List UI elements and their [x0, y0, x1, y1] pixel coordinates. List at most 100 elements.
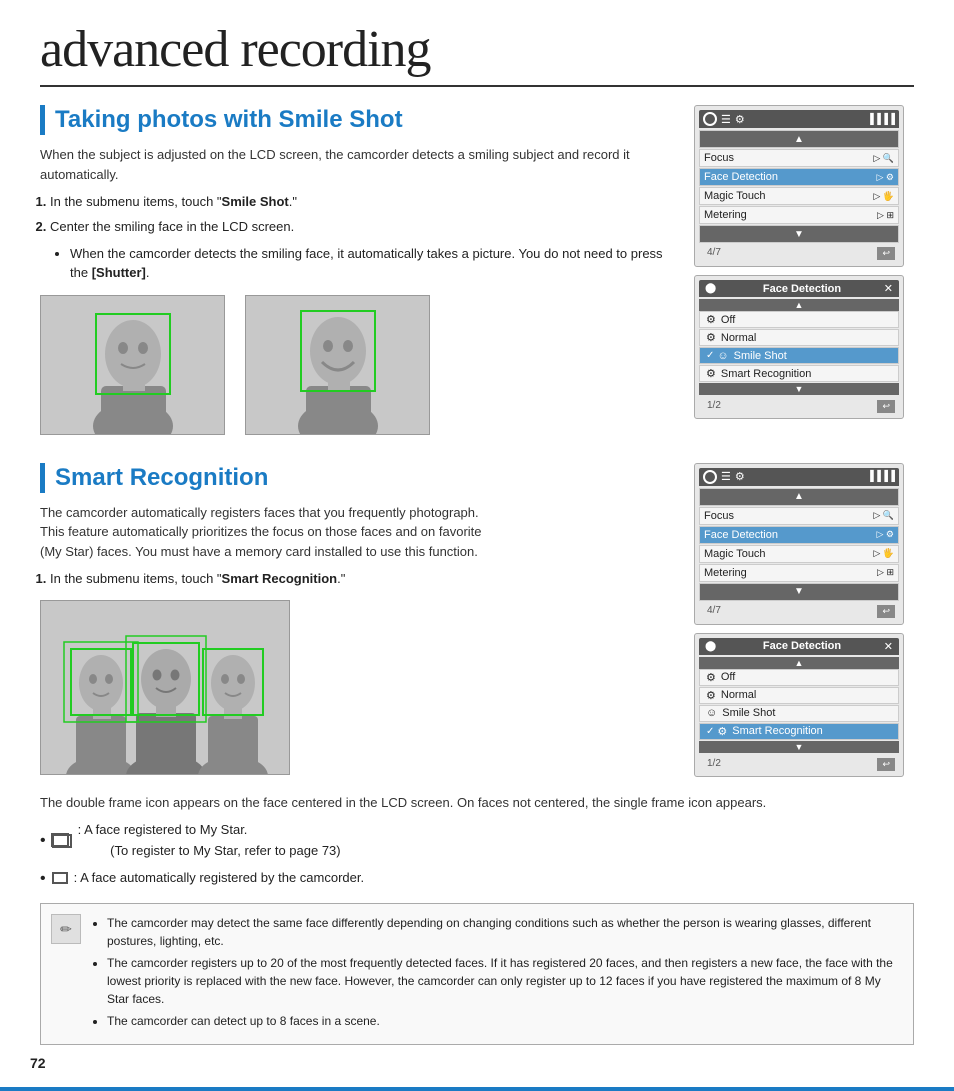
face-back1[interactable]: ↩ — [877, 400, 895, 413]
cam-back2[interactable]: ↩ — [877, 605, 895, 618]
nav-face-detection1[interactable]: Face Detection ▷ ⚙ — [699, 168, 899, 186]
face-row1-off[interactable]: ⚙ Off — [699, 311, 899, 328]
face-page1: 1/2 — [703, 399, 725, 412]
step-smart-bold: Smart Recognition — [222, 571, 338, 586]
icon-bullet-list: • : A face registered to My Star. (To re… — [40, 820, 914, 891]
note-icon: ✏ — [51, 914, 81, 944]
nav2-face-detection-right: ▷ ⚙ — [877, 529, 895, 540]
face-panel2-nav-down[interactable]: ▼ — [699, 741, 899, 753]
face-row2-normal[interactable]: ⚙ Normal — [699, 687, 899, 704]
person-svg2 — [246, 296, 430, 435]
section2: Smart Recognition The camcorder automati… — [40, 463, 914, 777]
face-panel1-title: Face Detection — [763, 283, 841, 295]
step2: Center the smiling face in the LCD scree… — [50, 217, 674, 238]
cam-back1[interactable]: ↩ — [877, 247, 895, 260]
face-icon-smile: ☺ — [717, 350, 728, 362]
section2-heading: Smart Recognition — [40, 463, 674, 493]
face-panel1-nav-down[interactable]: ▼ — [699, 383, 899, 395]
cam-nav-arrow-up[interactable]: ▲ — [699, 130, 899, 148]
smart-recognition-image — [40, 600, 290, 775]
nav2-metering[interactable]: Metering ▷ ⊞ — [699, 564, 899, 582]
face-panel1: ⬤ Face Detection ✕ ▲ ⚙ Off ⚙ Normal ✓ ☺ … — [694, 275, 904, 419]
face-panel2-nav-up[interactable]: ▲ — [699, 657, 899, 669]
nav2-magic-touch[interactable]: Magic Touch ▷ 🖐 — [699, 545, 899, 563]
section1-bullet: When the camcorder detects the smiling f… — [70, 244, 674, 283]
face-panel1-header: ⬤ Face Detection ✕ — [699, 280, 899, 297]
section1-left: Taking photos with Smile Shot When the s… — [40, 105, 674, 447]
face2-icon-smile: ☺ — [706, 707, 717, 719]
face2-icon-smart: ⚙ — [717, 725, 727, 738]
note-content: The camcorder may detect the same face d… — [91, 914, 903, 1034]
nav2-magic-touch-right: ▷ 🖐 — [873, 548, 894, 559]
face-row1-smile[interactable]: ✓ ☺ Smile Shot — [699, 347, 899, 364]
nav2-focus[interactable]: Focus ▷ 🔍 — [699, 507, 899, 525]
cam-nav2-arrow-down[interactable]: ▼ — [699, 583, 899, 601]
step1: In the submenu items, touch "Smile Shot.… — [50, 192, 674, 213]
cam2-icon-gear: ⚙ — [735, 470, 745, 483]
nav-focus[interactable]: Focus ▷ 🔍 — [699, 149, 899, 167]
cam-panel2-header: ☰ ⚙ ▐▐▐▐ — [699, 468, 899, 486]
step1-bold: Smile Shot — [222, 194, 289, 209]
face-panel1-nav-up[interactable]: ▲ — [699, 299, 899, 311]
face-row2-off[interactable]: ⚙ Off — [699, 669, 899, 686]
nav-face-detection1-right: ▷ ⚙ — [877, 172, 895, 183]
face2-icon-normal: ⚙ — [706, 689, 716, 702]
face-panel2: ⬤ Face Detection ✕ ▲ ⚙ Off ⚙ Normal ☺ Sm… — [694, 633, 904, 777]
face-back2[interactable]: ↩ — [877, 758, 895, 771]
face-panel1-close[interactable]: ✕ — [884, 282, 893, 295]
cam-panel2: ☰ ⚙ ▐▐▐▐ ▲ Focus ▷ 🔍 Face Detection ▷ ⚙ … — [694, 463, 904, 625]
nav-metering1-label: Metering — [704, 209, 877, 221]
face-icon-smart1: ⚙ — [706, 367, 716, 380]
section2-left: Smart Recognition The camcorder automati… — [40, 463, 674, 777]
page-title: advanced recording — [40, 20, 914, 87]
face-row2-smart[interactable]: ✓ ⚙ Smart Recognition — [699, 723, 899, 740]
face-panel2-title: Face Detection — [763, 640, 841, 652]
nav2-metering-label: Metering — [704, 567, 877, 579]
nav2-face-detection-label: Face Detection — [704, 529, 877, 541]
nav-magic-touch1-label: Magic Touch — [704, 190, 873, 202]
face-row1-smart[interactable]: ⚙ Smart Recognition — [699, 365, 899, 382]
double-frame-text: The double frame icon appears on the fac… — [40, 793, 914, 813]
double-frame-icon — [52, 834, 72, 848]
cam-icon-bat: ▐▐▐▐ — [867, 114, 895, 125]
smile-shot-image1 — [40, 295, 225, 435]
face-panel2-header: ⬤ Face Detection ✕ — [699, 638, 899, 655]
checkmark2: ✓ — [706, 726, 714, 737]
cam-nav2-arrow-up[interactable]: ▲ — [699, 488, 899, 506]
nav-metering1-right: ▷ ⊞ — [877, 210, 894, 221]
nav2-magic-touch-label: Magic Touch — [704, 548, 873, 560]
bottom-bar — [0, 1087, 954, 1091]
cam-icon-gear: ⚙ — [735, 113, 745, 126]
page-number: 72 — [30, 1055, 46, 1071]
nav-magic-touch1-right: ▷ 🖐 — [873, 191, 894, 202]
note-box: ✏ The camcorder may detect the same face… — [40, 903, 914, 1045]
cam-nav-arrow-down[interactable]: ▼ — [699, 225, 899, 243]
face-row2-smile[interactable]: ☺ Smile Shot — [699, 705, 899, 722]
note-item1: The camcorder may detect the same face d… — [107, 914, 903, 950]
images-row: ← A big smile helps the camera detect th… — [40, 295, 674, 435]
nav-focus-label: Focus — [704, 152, 873, 164]
cam-page2: 4/7 — [703, 604, 725, 617]
icon-list-item-double: • : A face registered to My Star. (To re… — [40, 820, 914, 862]
cam-nav2: ▲ Focus ▷ 🔍 Face Detection ▷ ⚙ Magic Tou… — [699, 488, 899, 601]
face-row1-normal[interactable]: ⚙ Normal — [699, 329, 899, 346]
face-icon-off: ⚙ — [706, 313, 716, 326]
note-item3: The camcorder can detect up to 8 faces i… — [107, 1012, 903, 1030]
nav-magic-touch1[interactable]: Magic Touch ▷ 🖐 — [699, 187, 899, 205]
face2-label-normal: Normal — [721, 689, 756, 701]
face2-label-off: Off — [721, 671, 735, 683]
nav2-focus-right: ▷ 🔍 — [873, 510, 894, 521]
section1-right: ☰ ⚙ ▐▐▐▐ ▲ Focus ▷ 🔍 Face Detection ▷ ⚙ … — [694, 105, 914, 447]
cam-nav1: ▲ Focus ▷ 🔍 Face Detection ▷ ⚙ Magic Tou… — [699, 130, 899, 243]
face-panel2-close[interactable]: ✕ — [884, 640, 893, 653]
nav2-face-detection[interactable]: Face Detection ▷ ⚙ — [699, 526, 899, 544]
section1-bar — [40, 105, 45, 135]
nav-metering1[interactable]: Metering ▷ ⊞ — [699, 206, 899, 224]
face2-label-smart: Smart Recognition — [732, 725, 823, 737]
face-icon-normal: ⚙ — [706, 331, 716, 344]
section1-heading: Taking photos with Smile Shot — [40, 105, 674, 135]
single-frame-icon — [52, 872, 68, 884]
section1: Taking photos with Smile Shot When the s… — [40, 105, 914, 447]
face-label-normal: Normal — [721, 332, 756, 344]
cam2-icon-grid: ☰ — [721, 470, 731, 483]
